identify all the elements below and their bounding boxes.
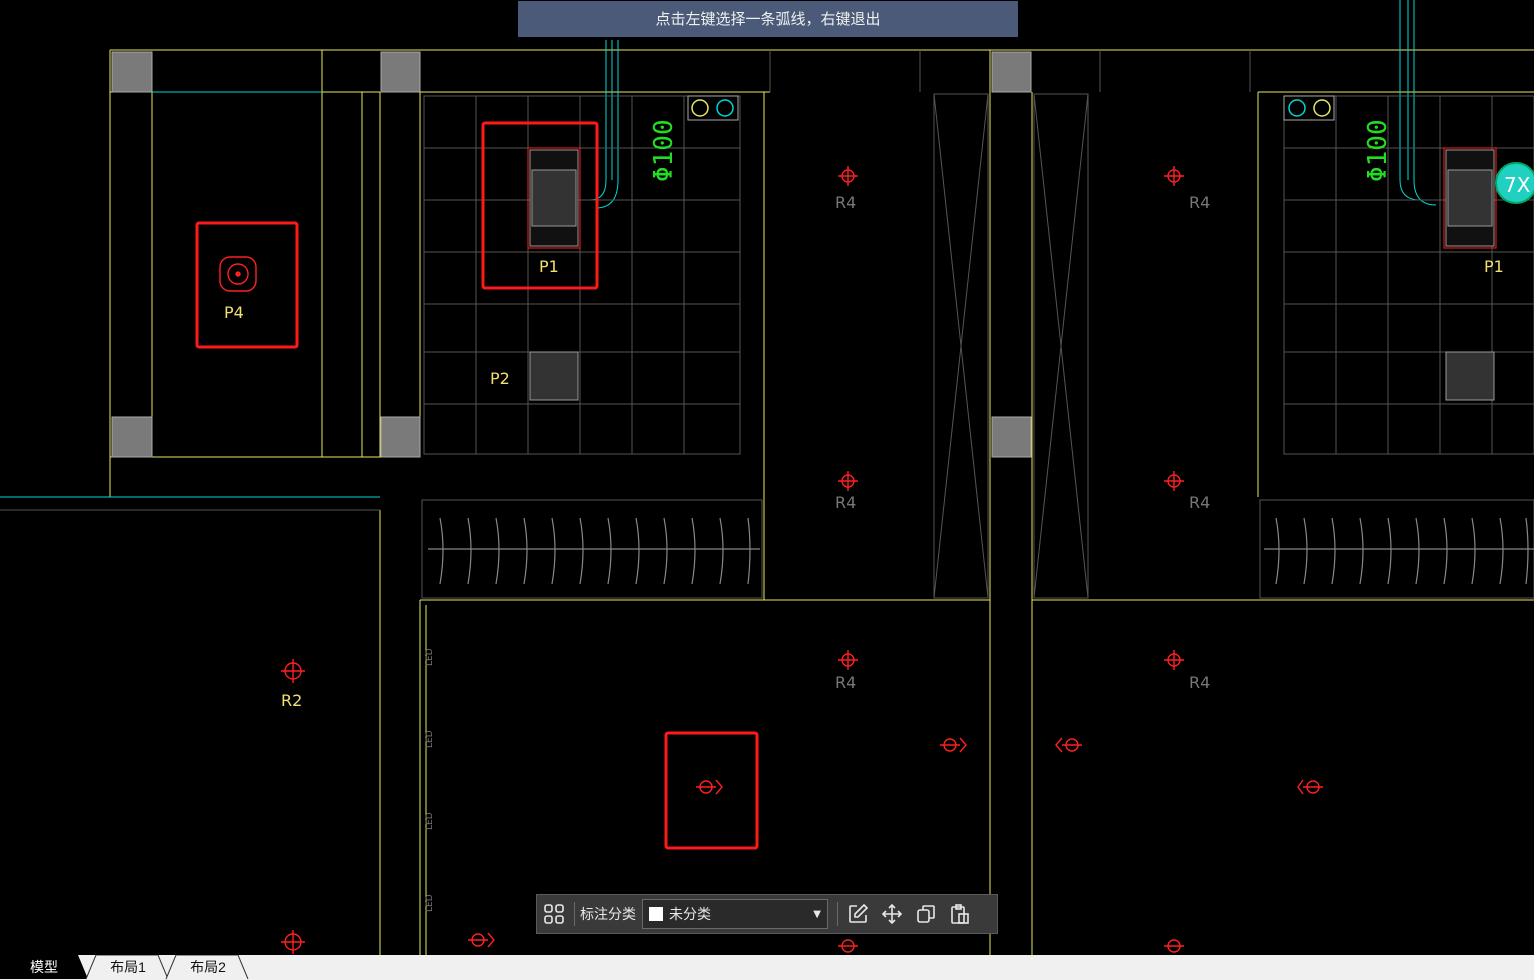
- pipe-lines: [0, 0, 1437, 498]
- pipe-fittings: [687, 95, 1335, 121]
- tab-layout-1[interactable]: 布局1: [98, 955, 158, 979]
- led-label-1: LED: [425, 648, 435, 666]
- paste-icon[interactable]: [943, 897, 977, 931]
- command-hint-bar: 点击左键选择一条弧线，右键退出: [518, 1, 1018, 37]
- annotation-category-select[interactable]: 未分类 ▼: [642, 899, 828, 929]
- pipe-diameter-label-right: Φ100: [1363, 119, 1393, 182]
- label-r4-3: R4: [835, 493, 856, 512]
- downlight-fixtures[interactable]: [219, 166, 1323, 954]
- toolbar-divider: [574, 902, 575, 926]
- led-label-3: LED: [425, 812, 435, 830]
- selection-highlights[interactable]: [195, 121, 759, 850]
- cad-drawing-canvas[interactable]: Φ100 Φ100 P4 P1 P1 P2 R2 R4 R4 R4 R4 R4 …: [0, 0, 1534, 955]
- label-r4-4: R4: [1189, 493, 1210, 512]
- ceiling-grid: [0, 50, 1534, 599]
- toolbar-divider-2: [837, 902, 838, 926]
- wall-lines: [109, 49, 1534, 955]
- label-p1-left: P1: [539, 257, 559, 276]
- category-select-value: 未分类: [669, 907, 711, 923]
- label-p1-right: P1: [1484, 257, 1504, 276]
- exhaust-fans: [529, 149, 1495, 401]
- pipe-diameter-label: Φ100: [649, 119, 679, 182]
- svg-text:7X: 7X: [1504, 173, 1531, 197]
- label-r4-5: R4: [835, 673, 856, 692]
- annotation-category-label: 标注分类: [580, 907, 636, 923]
- grid-icon[interactable]: [537, 897, 571, 931]
- edit-icon[interactable]: [841, 897, 875, 931]
- move-icon[interactable]: [875, 897, 909, 931]
- copy-icon[interactable]: [909, 897, 943, 931]
- led-label-2: LED: [425, 730, 435, 748]
- layout-tabs-bar: 模型 布局1 布局2: [0, 955, 1534, 980]
- wardrobe-hangers: [428, 517, 1534, 585]
- category-color-swatch: [649, 907, 663, 921]
- label-r4-1: R4: [835, 193, 856, 212]
- label-r4-6: R4: [1189, 673, 1210, 692]
- label-p4: P4: [224, 303, 244, 322]
- label-r2: R2: [281, 691, 302, 710]
- chevron-down-icon: ▼: [813, 908, 821, 920]
- label-r4-2: R4: [1189, 193, 1210, 212]
- assistant-badge-icon[interactable]: 7X: [1495, 162, 1534, 204]
- tab-model[interactable]: 模型: [14, 955, 74, 979]
- led-label-4: LED: [425, 894, 435, 912]
- label-p2: P2: [490, 369, 510, 388]
- annotation-toolbar: 标注分类 未分类 ▼: [536, 894, 998, 934]
- tab-layout-2[interactable]: 布局2: [178, 955, 238, 979]
